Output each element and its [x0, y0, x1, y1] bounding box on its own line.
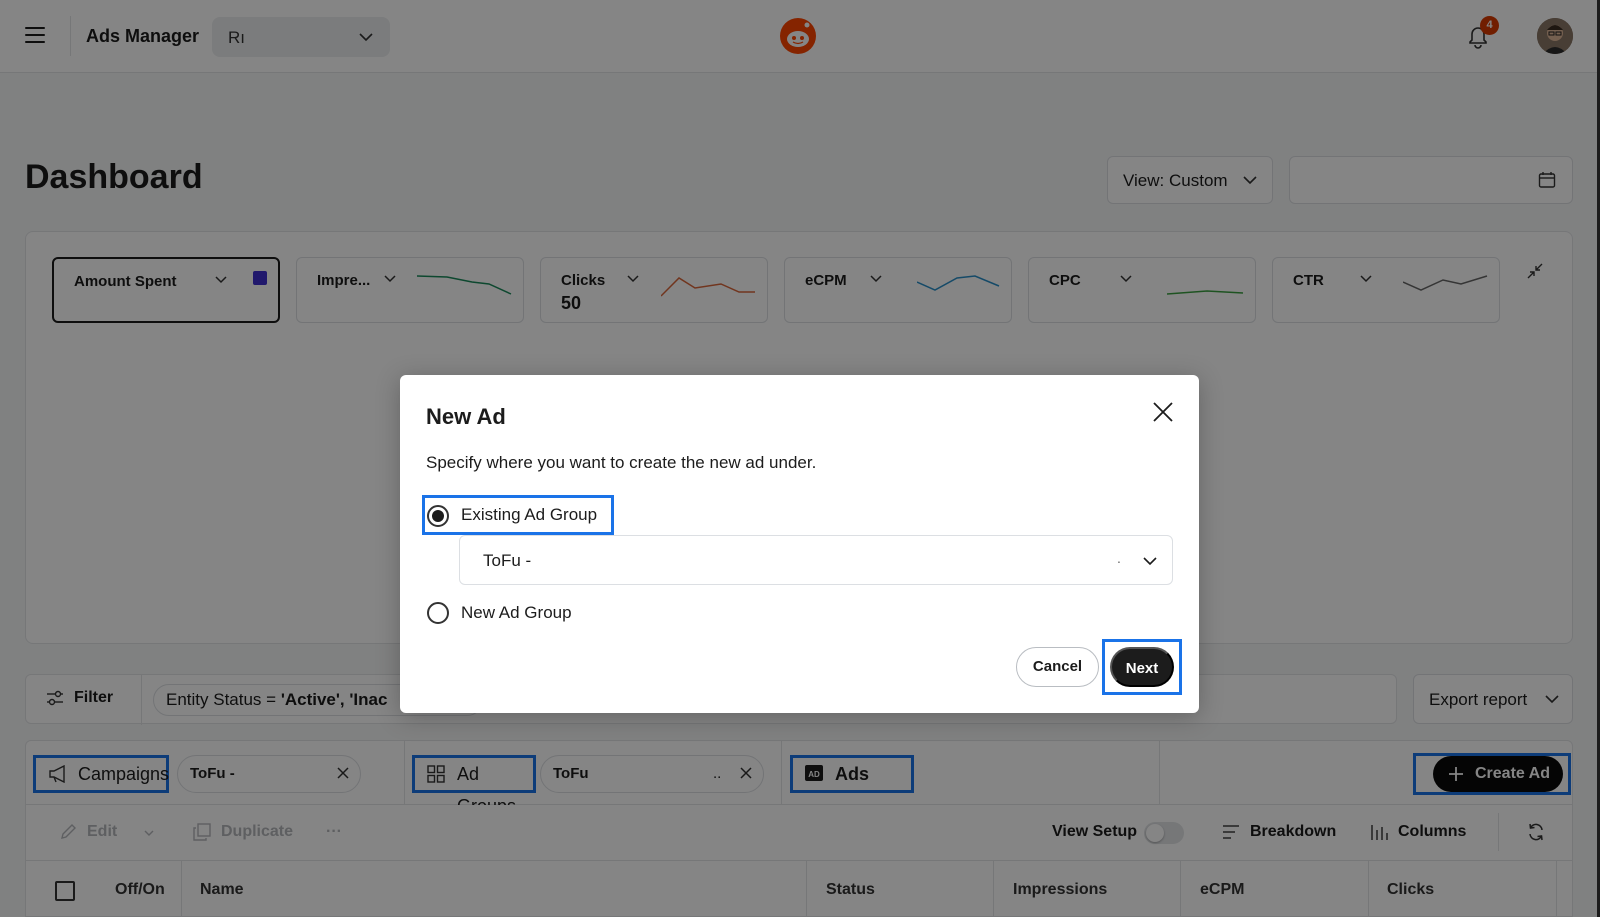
- radio-label-existing[interactable]: Existing Ad Group: [461, 505, 597, 525]
- ad-group-select-value: ToFu -: [483, 551, 532, 570]
- new-ad-dialog: New Ad Specify where you want to create …: [400, 375, 1199, 713]
- chevron-down-icon: [1143, 557, 1157, 566]
- ad-group-select[interactable]: ToFu - .: [459, 535, 1173, 585]
- dialog-description: Specify where you want to create the new…: [426, 453, 817, 472]
- close-icon[interactable]: [1151, 400, 1175, 424]
- ad-group-select-value-tail: .: [1117, 550, 1121, 566]
- radio-existing-ad-group[interactable]: [427, 505, 449, 527]
- dialog-title: New Ad: [426, 404, 506, 429]
- radio-new-ad-group[interactable]: [427, 602, 449, 624]
- radio-label-new[interactable]: New Ad Group: [461, 603, 572, 623]
- cancel-button[interactable]: Cancel: [1016, 647, 1099, 687]
- next-button[interactable]: Next: [1110, 647, 1174, 687]
